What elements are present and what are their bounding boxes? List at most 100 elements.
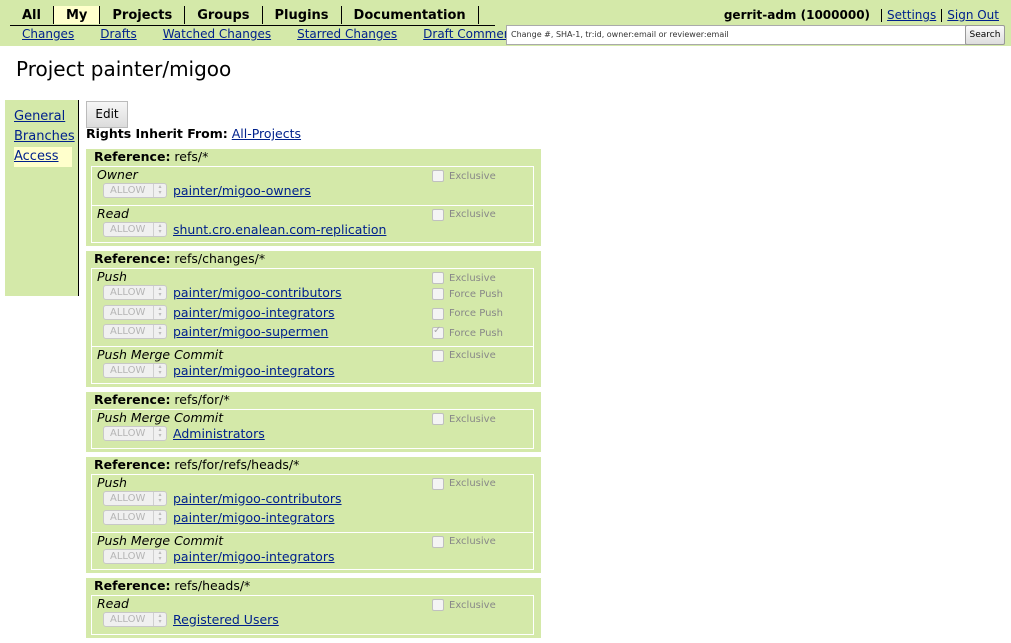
reference-value: refs/* [170, 149, 209, 164]
menu-link-starred-changes[interactable]: Starred Changes [297, 27, 397, 41]
force-push-checkbox[interactable] [432, 307, 444, 320]
reference-value: refs/changes/* [170, 251, 266, 266]
action-select[interactable]: ALLOW ▴ ▾ [103, 183, 167, 198]
menu-tab-projects[interactable]: Projects [100, 6, 186, 24]
group-link[interactable]: Registered Users [173, 612, 279, 627]
menu-tab-my[interactable]: My [53, 6, 101, 24]
exclusive-checkbox[interactable] [432, 208, 444, 221]
divider [941, 8, 943, 22]
group-link[interactable]: shunt.cro.enalean.com-replication [173, 222, 386, 237]
action-select[interactable]: ALLOW ▴ ▾ [103, 285, 167, 300]
exclusive-label: Exclusive [449, 536, 496, 547]
exclusive-label: Exclusive [449, 170, 496, 182]
page-title: Project painter/migoo [16, 57, 232, 81]
force-push-checkbox[interactable] [432, 288, 444, 300]
reference-section: Reference: refs/* Owner Exclusive ALLOW ▴ ▾ pa… [86, 149, 541, 246]
menu-tab-documentation[interactable]: Documentation [342, 6, 479, 24]
group-link[interactable]: painter/migoo-integrators [173, 305, 334, 320]
exclusive-label: Exclusive [449, 350, 496, 361]
action-select[interactable]: ALLOW ▴ ▾ [103, 221, 167, 237]
reference-label: Reference: [94, 251, 171, 266]
action-select[interactable]: ALLOW ▴ ▾ [103, 490, 167, 506]
force-push-label: Force Push [449, 308, 503, 319]
permission-rule: ALLOW ▴ ▾ painter/migoo-integrators [103, 510, 334, 525]
group-link[interactable]: painter/migoo-contributors [173, 491, 342, 506]
permission-name: Push [97, 474, 127, 490]
action-select[interactable]: ALLOW ▴ ▾ [103, 324, 167, 339]
group-link[interactable]: painter/migoo-supermen [173, 324, 328, 339]
exclusive-checkbox[interactable] [432, 170, 444, 182]
spinner-arrows-icon: ▴ ▾ [153, 305, 166, 319]
settings-link[interactable]: Settings [887, 8, 936, 22]
exclusive-checkbox[interactable] [432, 272, 444, 284]
reference-section: Reference: refs/changes/* Push Exclusive AL… [86, 251, 541, 387]
group-link[interactable]: painter/migoo-integrators [173, 363, 334, 378]
user-name: gerrit-adm (1000000) [723, 8, 871, 22]
group-link[interactable]: Administrators [173, 426, 265, 441]
force-push-checkbox[interactable] [432, 325, 444, 339]
reference-title: Reference: refs/for/* [94, 392, 230, 407]
reference-title: Reference: refs/for/refs/heads/* [94, 457, 299, 472]
sign-out-link[interactable]: Sign Out [947, 8, 999, 22]
menu-link-watched-changes[interactable]: Watched Changes [163, 27, 271, 41]
spinner-arrows-icon: ▴ ▾ [153, 325, 166, 338]
exclusive-option: Exclusive [432, 477, 496, 490]
nav-item-access[interactable]: Access [14, 147, 72, 167]
exclusive-label: Exclusive [449, 478, 496, 489]
action-value: ALLOW [110, 428, 146, 439]
search-button[interactable]: Search [965, 25, 1005, 45]
action-select[interactable]: ALLOW ▴ ▾ [103, 510, 167, 525]
spinner-arrows-icon: ▴ ▾ [153, 286, 166, 299]
action-select[interactable]: ALLOW ▴ ▾ [103, 548, 167, 564]
exclusive-checkbox[interactable] [432, 413, 444, 425]
permission: Push Exclusive ALLOW ▴ ▾ painter/migoo-contri… [92, 475, 533, 532]
primary-menu: All My Projects Groups Plugins Documenta… [10, 6, 495, 26]
search-input[interactable]: Change #, SHA-1, tr:id, owner:email or r… [506, 25, 968, 45]
group-link[interactable]: painter/migoo-integrators [173, 510, 334, 525]
permission-name: Push Merge Commit [97, 532, 224, 548]
permission-rule: ALLOW ▴ ▾ painter/migoo-integrators [103, 362, 334, 378]
exclusive-checkbox[interactable] [432, 477, 444, 490]
menu-tab-groups[interactable]: Groups [185, 6, 263, 24]
edit-button[interactable]: Edit [86, 101, 128, 128]
permission-rule: ALLOW ▴ ▾ painter/migoo-integrators [103, 548, 334, 564]
permission-name: Read [97, 596, 129, 611]
permissions-box: Owner Exclusive ALLOW ▴ ▾ painter/migoo-owner… [91, 166, 534, 243]
action-value: ALLOW [110, 492, 146, 504]
rights-inherit: Rights Inherit From: All-Projects [86, 126, 301, 141]
group-link[interactable]: painter/migoo-contributors [173, 285, 342, 300]
reference-title: Reference: refs/changes/* [94, 251, 265, 266]
user-info: gerrit-adm (1000000) Settings Sign Out [724, 8, 999, 22]
exclusive-checkbox[interactable] [432, 349, 444, 362]
action-value: ALLOW [110, 364, 146, 376]
menu-tab-plugins[interactable]: Plugins [263, 6, 342, 24]
action-select[interactable]: ALLOW ▴ ▾ [103, 426, 167, 441]
action-select[interactable]: ALLOW ▴ ▾ [103, 362, 167, 378]
action-select[interactable]: ALLOW ▴ ▾ [103, 612, 167, 627]
force-push-label: Force Push [449, 327, 503, 339]
reference-label: Reference: [94, 392, 171, 407]
menu-link-drafts[interactable]: Drafts [100, 27, 137, 41]
inherit-project-link[interactable]: All-Projects [232, 126, 301, 141]
exclusive-option: Exclusive [432, 272, 496, 284]
exclusive-option: Exclusive [432, 349, 496, 362]
permission: Owner Exclusive ALLOW ▴ ▾ painter/migoo-owner… [92, 167, 533, 205]
nav-item-general[interactable]: General [14, 107, 78, 127]
permission-name: Push Merge Commit [97, 346, 224, 362]
group-link[interactable]: painter/migoo-integrators [173, 549, 334, 564]
spinner-arrows-icon: ▴ ▾ [153, 549, 166, 563]
exclusive-checkbox[interactable] [432, 535, 444, 548]
permissions-box: Push Exclusive ALLOW ▴ ▾ painter/migoo-contri… [91, 268, 534, 384]
permission-rule: ALLOW ▴ ▾ painter/migoo-contributors [103, 285, 342, 300]
group-link[interactable]: painter/migoo-owners [173, 183, 311, 198]
permission: Read Exclusive ALLOW ▴ ▾ Registered Users [92, 596, 533, 634]
permission-rule: ALLOW ▴ ▾ painter/migoo-supermen [103, 324, 328, 339]
menu-tab-all[interactable]: All [10, 6, 54, 24]
action-select[interactable]: ALLOW ▴ ▾ [103, 304, 167, 320]
exclusive-checkbox[interactable] [432, 599, 444, 611]
nav-item-branches[interactable]: Branches [14, 127, 78, 147]
menu-link-changes[interactable]: Changes [22, 27, 74, 41]
reference-value: refs/heads/* [170, 578, 251, 593]
divider [881, 8, 883, 22]
permission-name: Push Merge Commit [97, 410, 224, 425]
